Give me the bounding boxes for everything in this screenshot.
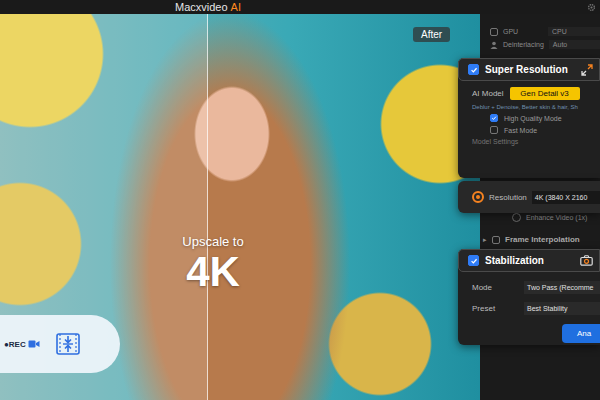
mode-option[interactable]: Fast Mode <box>472 126 600 134</box>
resolution-select[interactable]: 4K (3840 X 2160 <box>532 191 600 204</box>
card-header: Stabilization <box>458 249 600 272</box>
after-label: After <box>413 27 450 42</box>
setting-label: Preset <box>472 304 524 313</box>
stabilization-card: Stabilization ModeTwo Pass (Recomme Preset… <box>458 249 600 345</box>
camera-icon[interactable] <box>580 255 593 266</box>
ai-model-row: AI Model Gen Detail v3 <box>472 87 600 100</box>
checkbox[interactable] <box>468 255 479 266</box>
radio-button[interactable] <box>472 191 484 203</box>
deinterlacing-row: Deinterlacing Auto <box>490 38 600 51</box>
setting-row: PresetBest Stability <box>458 299 600 317</box>
preview-photo: Upscale to4K ●REC After <box>0 14 480 400</box>
gpu-row: GPU CPU <box>490 25 600 38</box>
caption-big: 4K <box>186 249 240 295</box>
model-settings-label: Model Settings <box>472 138 600 145</box>
card-body: ModeTwo Pass (Recomme PresetBest Stabilit… <box>458 272 600 343</box>
mode-label: High Quality Mode <box>504 115 562 122</box>
app-name: Macxvideo <box>175 1 228 13</box>
camcorder-icon <box>28 338 40 350</box>
mode-label: Fast Mode <box>504 127 537 134</box>
ai-model-select[interactable]: Gen Detail v3 <box>510 87 580 100</box>
app-window: MacxvideoAI Upscale to4K ●REC After GPU C… <box>0 0 600 400</box>
setting-row: ModeTwo Pass (Recomme <box>458 278 600 296</box>
ai-model-label: AI Model <box>472 89 504 98</box>
gpu-label: GPU <box>503 28 518 35</box>
checkbox[interactable] <box>490 126 498 134</box>
frame-interpolation-label: Frame Interpolation <box>505 235 580 244</box>
button-row: Ana <box>458 324 600 343</box>
resolution-card: Resolution 4K (3840 X 2160 <box>458 181 600 213</box>
app-title: MacxvideoAI <box>0 0 480 14</box>
title-bar: MacxvideoAI <box>0 0 600 14</box>
setting-select[interactable]: Two Pass (Recomme <box>524 281 600 294</box>
card-header: Super Resolution <box>458 58 600 81</box>
compare-divider[interactable] <box>207 14 208 400</box>
radio-button[interactable] <box>512 213 521 222</box>
expand-arrow[interactable]: ▸ <box>483 236 487 244</box>
option-label: Enhance Video (1x) <box>526 214 587 221</box>
gear-icon[interactable] <box>587 3 596 12</box>
tool-pill: ●REC <box>0 315 120 373</box>
card-body: AI Model Gen Detail v3 Deblur + Denoise, B… <box>458 81 600 145</box>
record-button[interactable]: ●REC <box>4 338 40 350</box>
deinterlacing-select[interactable]: Auto <box>549 40 600 49</box>
title-bar-controls <box>480 0 600 14</box>
setting-label: Mode <box>472 283 524 292</box>
deinterlacing-label: Deinterlacing <box>503 41 544 48</box>
setting-select[interactable]: Best Stability <box>524 302 600 315</box>
checkbox[interactable] <box>490 28 498 36</box>
checkbox[interactable] <box>468 64 479 75</box>
card-title: Stabilization <box>485 255 544 266</box>
super-resolution-card: Super Resolution AI Model Gen Detail v3 Deb… <box>458 58 600 178</box>
compress-icon[interactable] <box>54 330 82 358</box>
mode-option[interactable]: High Quality Mode <box>472 114 600 122</box>
option-label: Resolution <box>489 193 527 202</box>
card-title: Super Resolution <box>485 64 568 75</box>
checkbox[interactable] <box>492 236 500 244</box>
app-name-suffix: AI <box>231 1 241 13</box>
deinterlacing-icon <box>490 41 498 49</box>
caption: Upscale to4K <box>130 234 296 295</box>
analyze-button[interactable]: Ana <box>562 324 600 343</box>
checkbox[interactable] <box>490 114 498 122</box>
gpu-select[interactable]: CPU <box>548 27 600 36</box>
record-label: ●REC <box>4 340 26 349</box>
caption-text: Upscale to <box>182 234 243 249</box>
frame-interpolation-row: ▸ Frame Interpolation <box>483 233 600 246</box>
model-description: Deblur + Denoise, Better skin & hair, Sh <box>472 104 600 110</box>
expand-icon[interactable] <box>581 64 593 76</box>
